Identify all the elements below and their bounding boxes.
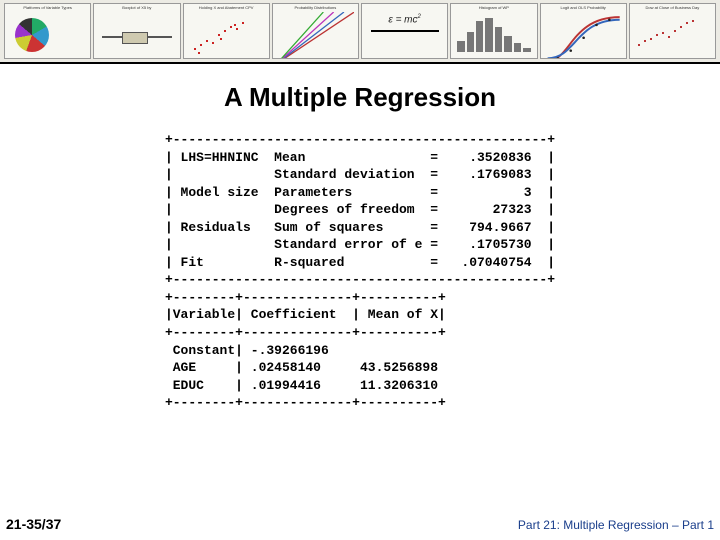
thumb-pie[interactable]: Platforms of Variable Types: [4, 3, 91, 59]
thumb-label: Logit and OLS Probability: [543, 5, 624, 10]
equation-text: ε = mc2: [362, 14, 447, 25]
thumb-histogram[interactable]: Histogram of WP: [450, 3, 537, 59]
pie-chart-icon: [15, 18, 49, 52]
regression-output: +---------------------------------------…: [165, 131, 555, 412]
thumb-label: Holding X and Abatement CPV: [186, 5, 267, 10]
thumb-label: Histogram of WP: [453, 5, 534, 10]
thumb-distributions[interactable]: Probability Distributions: [272, 3, 359, 59]
thumb-timeseries[interactable]: Dow at Close of Business Day: [629, 3, 716, 59]
thumb-label: Platforms of Variable Types: [7, 5, 88, 10]
thumb-equation[interactable]: ε = mc2: [361, 3, 448, 59]
footer-caption: Part 21: Multiple Regression – Part 1: [518, 518, 714, 532]
lines-icon: [277, 12, 354, 59]
thumb-label: Dow at Close of Business Day: [632, 5, 713, 10]
thumb-label: Probability Distributions: [275, 5, 356, 10]
slide-title: A Multiple Regression: [0, 82, 720, 113]
page-indicator: 21-35/37: [6, 516, 61, 532]
thumbnail-strip: Platforms of Variable Types Boxplot of X…: [0, 0, 720, 64]
thumb-logit[interactable]: Logit and OLS Probability: [540, 3, 627, 59]
boxplot-icon: [102, 32, 171, 42]
histogram-icon: [457, 16, 530, 52]
thumb-label: Boxplot of X5 by: [96, 5, 177, 10]
thumb-boxplot[interactable]: Boxplot of X5 by: [93, 3, 180, 59]
s-curve-icon: [545, 12, 622, 59]
thumb-scatter[interactable]: Holding X and Abatement CPV: [183, 3, 270, 59]
